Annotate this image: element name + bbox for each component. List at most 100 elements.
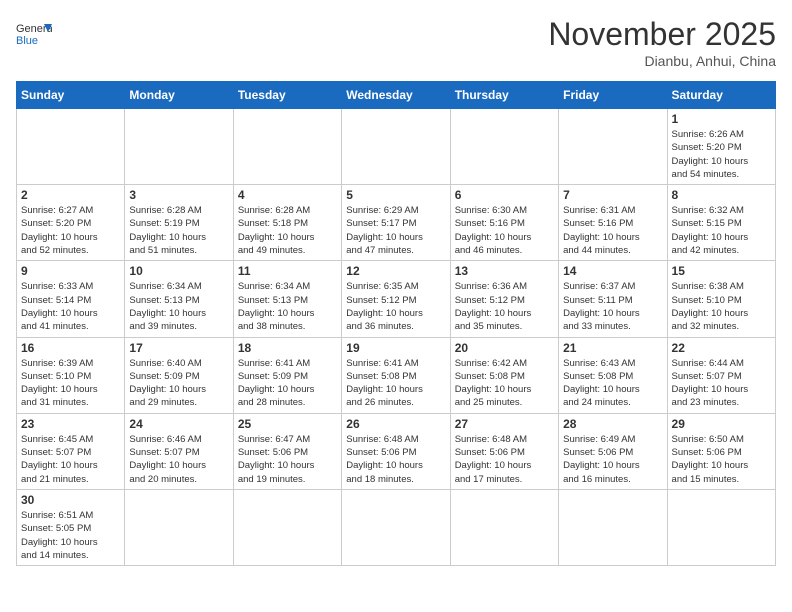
day-number: 5 — [346, 188, 445, 202]
calendar-cell: 27 Sunrise: 6:48 AM Sunset: 5:06 PM Dayli… — [450, 413, 558, 489]
day-number: 30 — [21, 493, 120, 507]
title-block: November 2025 Dianbu, Anhui, China — [548, 16, 776, 69]
day-number: 12 — [346, 264, 445, 278]
calendar-cell — [17, 109, 125, 185]
cell-info: Sunrise: 6:48 AM Sunset: 5:06 PM Dayligh… — [455, 433, 554, 486]
calendar-cell: 4 Sunrise: 6:28 AM Sunset: 5:18 PM Daylig… — [233, 185, 341, 261]
cell-info: Sunrise: 6:39 AM Sunset: 5:10 PM Dayligh… — [21, 357, 120, 410]
day-number: 28 — [563, 417, 662, 431]
day-number: 15 — [672, 264, 771, 278]
day-of-week-header: Tuesday — [233, 82, 341, 109]
cell-info: Sunrise: 6:48 AM Sunset: 5:06 PM Dayligh… — [346, 433, 445, 486]
day-number: 21 — [563, 341, 662, 355]
month-title: November 2025 — [548, 16, 776, 53]
cell-info: Sunrise: 6:34 AM Sunset: 5:13 PM Dayligh… — [129, 280, 228, 333]
calendar-cell: 23Sunrise: 6:45 AM Sunset: 5:07 PM Dayli… — [17, 413, 125, 489]
day-number: 6 — [455, 188, 554, 202]
day-number: 2 — [21, 188, 120, 202]
cell-info: Sunrise: 6:41 AM Sunset: 5:09 PM Dayligh… — [238, 357, 337, 410]
cell-info: Sunrise: 6:41 AM Sunset: 5:08 PM Dayligh… — [346, 357, 445, 410]
calendar-cell — [125, 489, 233, 565]
location-subtitle: Dianbu, Anhui, China — [548, 53, 776, 69]
day-number: 4 — [238, 188, 337, 202]
calendar-cell: 20 Sunrise: 6:42 AM Sunset: 5:08 PM Dayli… — [450, 337, 558, 413]
cell-info: Sunrise: 6:44 AM Sunset: 5:07 PM Dayligh… — [672, 357, 771, 410]
calendar-cell — [342, 109, 450, 185]
cell-info: Sunrise: 6:42 AM Sunset: 5:08 PM Dayligh… — [455, 357, 554, 410]
cell-info: Sunrise: 6:28 AM Sunset: 5:19 PM Dayligh… — [129, 204, 228, 257]
cell-info: Sunrise: 6:46 AM Sunset: 5:07 PM Dayligh… — [129, 433, 228, 486]
cell-info: Sunrise: 6:37 AM Sunset: 5:11 PM Dayligh… — [563, 280, 662, 333]
calendar-cell: 28Sunrise: 6:49 AM Sunset: 5:06 PM Dayli… — [559, 413, 667, 489]
day-of-week-header: Sunday — [17, 82, 125, 109]
calendar-cell — [559, 489, 667, 565]
calendar-cell: 19 Sunrise: 6:41 AM Sunset: 5:08 PM Dayli… — [342, 337, 450, 413]
calendar-cell: 24Sunrise: 6:46 AM Sunset: 5:07 PM Dayli… — [125, 413, 233, 489]
day-number: 13 — [455, 264, 554, 278]
cell-info: Sunrise: 6:43 AM Sunset: 5:08 PM Dayligh… — [563, 357, 662, 410]
cell-info: Sunrise: 6:35 AM Sunset: 5:12 PM Dayligh… — [346, 280, 445, 333]
cell-info: Sunrise: 6:26 AM Sunset: 5:20 PM Dayligh… — [672, 128, 771, 181]
calendar-cell: 11Sunrise: 6:34 AM Sunset: 5:13 PM Dayli… — [233, 261, 341, 337]
calendar-cell: 13 Sunrise: 6:36 AM Sunset: 5:12 PM Dayli… — [450, 261, 558, 337]
day-number: 16 — [21, 341, 120, 355]
day-number: 22 — [672, 341, 771, 355]
day-number: 26 — [346, 417, 445, 431]
calendar-cell: 14 Sunrise: 6:37 AM Sunset: 5:11 PM Dayli… — [559, 261, 667, 337]
cell-info: Sunrise: 6:40 AM Sunset: 5:09 PM Dayligh… — [129, 357, 228, 410]
page-header: General Blue November 2025 Dianbu, Anhui… — [16, 16, 776, 69]
day-number: 3 — [129, 188, 228, 202]
calendar-cell: 29 Sunrise: 6:50 AM Sunset: 5:06 PM Dayli… — [667, 413, 775, 489]
day-number: 10 — [129, 264, 228, 278]
calendar-week-row: 23Sunrise: 6:45 AM Sunset: 5:07 PM Dayli… — [17, 413, 776, 489]
day-number: 20 — [455, 341, 554, 355]
cell-info: Sunrise: 6:36 AM Sunset: 5:12 PM Dayligh… — [455, 280, 554, 333]
calendar-cell: 10 Sunrise: 6:34 AM Sunset: 5:13 PM Dayli… — [125, 261, 233, 337]
calendar-week-row: 1 Sunrise: 6:26 AM Sunset: 5:20 PM Daylig… — [17, 109, 776, 185]
calendar-cell: 17Sunrise: 6:40 AM Sunset: 5:09 PM Dayli… — [125, 337, 233, 413]
calendar-cell: 2 Sunrise: 6:27 AM Sunset: 5:20 PM Daylig… — [17, 185, 125, 261]
cell-info: Sunrise: 6:28 AM Sunset: 5:18 PM Dayligh… — [238, 204, 337, 257]
calendar-week-row: 9Sunrise: 6:33 AM Sunset: 5:14 PM Daylig… — [17, 261, 776, 337]
days-of-week-row: SundayMondayTuesdayWednesdayThursdayFrid… — [17, 82, 776, 109]
calendar-cell — [450, 109, 558, 185]
day-of-week-header: Wednesday — [342, 82, 450, 109]
cell-info: Sunrise: 6:29 AM Sunset: 5:17 PM Dayligh… — [346, 204, 445, 257]
cell-info: Sunrise: 6:27 AM Sunset: 5:20 PM Dayligh… — [21, 204, 120, 257]
calendar-cell — [233, 109, 341, 185]
day-of-week-header: Thursday — [450, 82, 558, 109]
calendar-cell — [667, 489, 775, 565]
day-number: 1 — [672, 112, 771, 126]
day-of-week-header: Friday — [559, 82, 667, 109]
calendar-cell: 18 Sunrise: 6:41 AM Sunset: 5:09 PM Dayli… — [233, 337, 341, 413]
cell-info: Sunrise: 6:50 AM Sunset: 5:06 PM Dayligh… — [672, 433, 771, 486]
day-number: 19 — [346, 341, 445, 355]
calendar-week-row: 30 Sunrise: 6:51 AM Sunset: 5:05 PM Dayli… — [17, 489, 776, 565]
cell-info: Sunrise: 6:32 AM Sunset: 5:15 PM Dayligh… — [672, 204, 771, 257]
calendar-week-row: 16 Sunrise: 6:39 AM Sunset: 5:10 PM Dayli… — [17, 337, 776, 413]
day-number: 29 — [672, 417, 771, 431]
cell-info: Sunrise: 6:31 AM Sunset: 5:16 PM Dayligh… — [563, 204, 662, 257]
calendar-cell: 3 Sunrise: 6:28 AM Sunset: 5:19 PM Daylig… — [125, 185, 233, 261]
day-number: 18 — [238, 341, 337, 355]
calendar-cell: 15Sunrise: 6:38 AM Sunset: 5:10 PM Dayli… — [667, 261, 775, 337]
logo-icon: General Blue — [16, 16, 52, 52]
day-number: 27 — [455, 417, 554, 431]
calendar-cell: 22 Sunrise: 6:44 AM Sunset: 5:07 PM Dayli… — [667, 337, 775, 413]
calendar-cell: 30 Sunrise: 6:51 AM Sunset: 5:05 PM Dayli… — [17, 489, 125, 565]
calendar-cell: 1 Sunrise: 6:26 AM Sunset: 5:20 PM Daylig… — [667, 109, 775, 185]
calendar-cell — [559, 109, 667, 185]
calendar-cell: 16 Sunrise: 6:39 AM Sunset: 5:10 PM Dayli… — [17, 337, 125, 413]
calendar-week-row: 2 Sunrise: 6:27 AM Sunset: 5:20 PM Daylig… — [17, 185, 776, 261]
cell-info: Sunrise: 6:33 AM Sunset: 5:14 PM Dayligh… — [21, 280, 120, 333]
calendar-cell — [450, 489, 558, 565]
cell-info: Sunrise: 6:51 AM Sunset: 5:05 PM Dayligh… — [21, 509, 120, 562]
day-of-week-header: Saturday — [667, 82, 775, 109]
day-number: 14 — [563, 264, 662, 278]
day-number: 25 — [238, 417, 337, 431]
cell-info: Sunrise: 6:34 AM Sunset: 5:13 PM Dayligh… — [238, 280, 337, 333]
calendar-cell: 9Sunrise: 6:33 AM Sunset: 5:14 PM Daylig… — [17, 261, 125, 337]
logo: General Blue — [16, 16, 52, 52]
day-of-week-header: Monday — [125, 82, 233, 109]
calendar-body: 1 Sunrise: 6:26 AM Sunset: 5:20 PM Daylig… — [17, 109, 776, 566]
